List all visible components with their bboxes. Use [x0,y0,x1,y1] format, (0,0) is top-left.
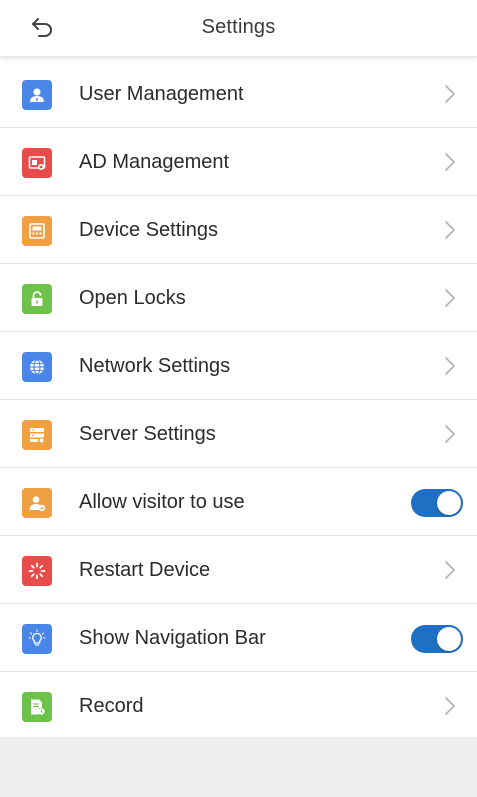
visitor-icon [22,488,52,518]
toggle-knob [437,627,461,651]
chevron-right-icon [445,221,455,239]
chevron-right-icon [445,425,455,443]
allow-visitor-toggle[interactable] [411,489,463,517]
settings-item-record[interactable]: Record [0,672,477,740]
settings-item-label: Open Locks [79,287,186,309]
lock-icon [22,284,52,314]
user-icon [22,80,52,110]
settings-item-label: Allow visitor to use [79,491,245,513]
show-navigation-bar-toggle[interactable] [411,625,463,653]
settings-item-label: Server Settings [79,423,216,445]
settings-list: User Management AD Management Device Set… [0,60,477,740]
globe-icon [22,352,52,382]
settings-item-label: User Management [79,83,244,105]
settings-item-allow-visitor: Allow visitor to use [0,468,477,536]
settings-item-device-settings[interactable]: Device Settings [0,196,477,264]
settings-item-label: Restart Device [79,559,211,581]
page-title: Settings [201,16,276,38]
record-icon [22,692,52,722]
header-bar: Settings [0,0,477,57]
lightbulb-icon [22,624,52,654]
ad-icon [22,148,52,178]
settings-item-show-navigation-bar: Show Navigation Bar [0,604,477,672]
chevron-right-icon [445,153,455,171]
settings-item-label: Device Settings [79,219,218,241]
settings-item-label: Network Settings [79,355,231,377]
server-icon [22,420,52,450]
settings-item-open-locks[interactable]: Open Locks [0,264,477,332]
restart-icon [22,556,52,586]
empty-footer-area [0,737,477,797]
settings-item-label: Show Navigation Bar [79,627,266,649]
settings-item-ad-management[interactable]: AD Management [0,128,477,196]
chevron-right-icon [445,561,455,579]
chevron-right-icon [445,357,455,375]
settings-item-network-settings[interactable]: Network Settings [0,332,477,400]
settings-item-label: Record [79,695,144,717]
chevron-right-icon [445,697,455,715]
chevron-right-icon [445,289,455,307]
toggle-knob [437,491,461,515]
settings-item-server-settings[interactable]: Server Settings [0,400,477,468]
chevron-right-icon [445,85,455,103]
device-icon [22,216,52,246]
settings-item-restart-device[interactable]: Restart Device [0,536,477,604]
settings-item-user-management[interactable]: User Management [0,60,477,128]
settings-item-label: AD Management [79,151,230,173]
